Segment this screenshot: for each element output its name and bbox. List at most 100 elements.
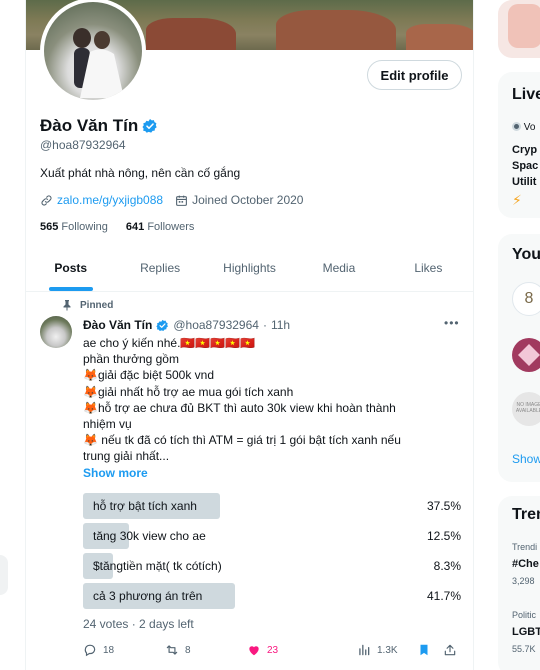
followers-count: 641 [125,221,145,233]
profile-name: Đào Văn Tín [40,116,139,135]
profile-name-row: Đào Văn Tín [40,116,158,136]
diamond-logo-icon [518,344,540,366]
tab-highlights[interactable]: Highlights [205,245,294,291]
views-button[interactable]: 1.3K [357,643,398,657]
share-icon [444,644,456,656]
trend-count: 55.7K [512,644,536,654]
more-options-icon[interactable]: ••• [444,316,460,330]
banner-rock [406,24,473,50]
poll-option-label: $tăngtiền mặt( tk cótích) [93,559,222,573]
trends-heading: Tren [512,506,540,523]
like-count: 23 [267,644,279,656]
profile-link-item[interactable]: zalo.me/g/yxjigb088 [40,193,163,207]
poll-option: tăng 30k view cho ae 12.5% [83,523,463,549]
verified-badge-icon[interactable] [156,319,169,332]
live-tag-label: Vo [523,122,536,133]
tweet-avatar[interactable] [40,316,72,348]
live-heading: Live [512,86,540,103]
promo-image [508,4,540,48]
you-might-like-card[interactable]: You 8 NO IMAGE AVAILABLE Show [498,234,540,482]
joined-date: Joined October 2020 [192,193,304,207]
suggested-avatar[interactable] [512,338,540,372]
bookmark-icon [420,644,428,656]
tweet-line: 🦊giải đặc biệt 500k vnd [83,368,215,383]
poll-option-label: cả 3 phương án trên [93,589,203,603]
pinned-label: Pinned [80,299,114,311]
followers-link[interactable]: 641 Followers [126,221,195,233]
poll-option: cả 3 phương án trên 41.7% [83,583,463,609]
profile-bio: Xuất phát nhà nông, nên cần cố gắng [40,166,241,180]
poll-option-percent: 8.3% [433,559,461,573]
link-icon [41,194,52,206]
suggested-avatar[interactable]: 8 [512,282,540,316]
followers-label: Followers [147,221,195,233]
poll-option-label: tăng 30k view cho ae [93,529,206,543]
poll-option-label: hỗ trợ bật tích xanh [93,499,197,513]
profile-link[interactable]: zalo.me/g/yxjigb088 [57,193,163,207]
retweet-button[interactable]: 8 [165,643,191,657]
tweet-line: nhiệm vụ [83,417,132,432]
tweet-handle[interactable]: @hoa87932964 [173,318,259,332]
following-link[interactable]: 565 Following [40,221,108,233]
live-tag: Vo [512,122,535,133]
tweet-line: phần thưởng gồm [83,352,179,367]
tweet-actions: 18 8 23 1.3K [83,643,463,661]
right-sidebar: Live Vo Cryp Spac Utilit ⚡ You 8 NO IMAG… [498,0,540,670]
trend-name[interactable]: #Che [512,558,539,570]
tweet-line: 🦊hỗ trợ ae chưa đủ BKT thì auto 30k view… [83,400,396,415]
poll-option-percent: 41.7% [426,589,461,603]
trend-name[interactable]: LGBT [512,626,540,638]
live-dot-icon [512,122,521,131]
show-more-link[interactable]: Show more [83,466,148,480]
poll-option-percent: 12.5% [426,529,461,543]
tweet-line: 🦊 nếu tk đã có tích thì ATM = giá trị 1 … [83,433,401,448]
views-count: 1.3K [377,644,398,656]
trends-card[interactable]: Tren Trendi #Che 3,298 Politic LGBT 55.7… [498,496,540,670]
tweet-separator: · [262,318,267,332]
banner-rock [146,18,236,50]
sidebar-promo-card[interactable] [498,0,540,58]
analytics-icon [359,644,370,656]
like-button[interactable]: 23 [247,643,278,657]
tweet-time[interactable]: 11h [271,318,290,332]
heart-icon [249,646,259,656]
tweet-line: ae cho ý kiến nhé.🇻🇳🇻🇳🇻🇳🇻🇳🇻🇳 [83,336,256,350]
pin-icon [63,300,71,311]
calendar-icon [176,195,187,206]
retweet-count: 8 [185,644,191,656]
profile-tabs: Posts Replies Highlights Media Likes [26,245,473,292]
tab-likes[interactable]: Likes [384,245,473,291]
bookmark-button[interactable] [417,643,431,657]
poll-option: hỗ trợ bật tích xanh 37.5% [83,493,463,519]
poll-option: $tăngtiền mặt( tk cótích) 8.3% [83,553,463,579]
tweet-header: Đào Văn Tín @hoa87932964 · 11h [83,318,290,332]
live-line: Utilit [512,176,537,188]
avatar-couple-image [73,28,124,98]
show-more-link[interactable]: Show [512,452,540,466]
verified-badge-icon[interactable] [142,118,158,134]
profile-handle: @hoa87932964 [40,138,126,152]
tab-replies[interactable]: Replies [115,245,204,291]
profile-avatar[interactable] [40,0,146,104]
live-card[interactable]: Live Vo Cryp Spac Utilit ⚡ [498,72,540,218]
follow-stats: 565 Following 641 Followers [40,221,194,233]
live-line: Cryp [512,144,538,156]
tweet-line: trung giải nhất... [83,449,170,464]
tab-media[interactable]: Media [294,245,383,291]
tweet-line: 🦊giải nhất hỗ trợ ae mua gói tích xanh [83,384,294,399]
joined-item: Joined October 2020 [175,193,303,207]
lightning-icon: ⚡ [512,192,522,208]
trend-category: Politic [512,610,537,620]
edit-profile-button[interactable]: Edit profile [367,60,462,90]
pinned-indicator: Pinned [62,299,113,311]
reply-button[interactable]: 18 [83,643,114,657]
trend-category: Trendi [512,542,538,552]
share-button[interactable] [443,643,457,657]
no-image-avatar[interactable]: NO IMAGE AVAILABLE [512,392,540,426]
left-nav-fragment [0,555,8,595]
live-line: Spac [512,160,539,172]
tweet-author[interactable]: Đào Văn Tín [83,318,152,332]
retweet-icon [166,645,178,655]
poll-summary: 24 votes · 2 days left [83,617,194,631]
tab-posts[interactable]: Posts [26,245,115,291]
